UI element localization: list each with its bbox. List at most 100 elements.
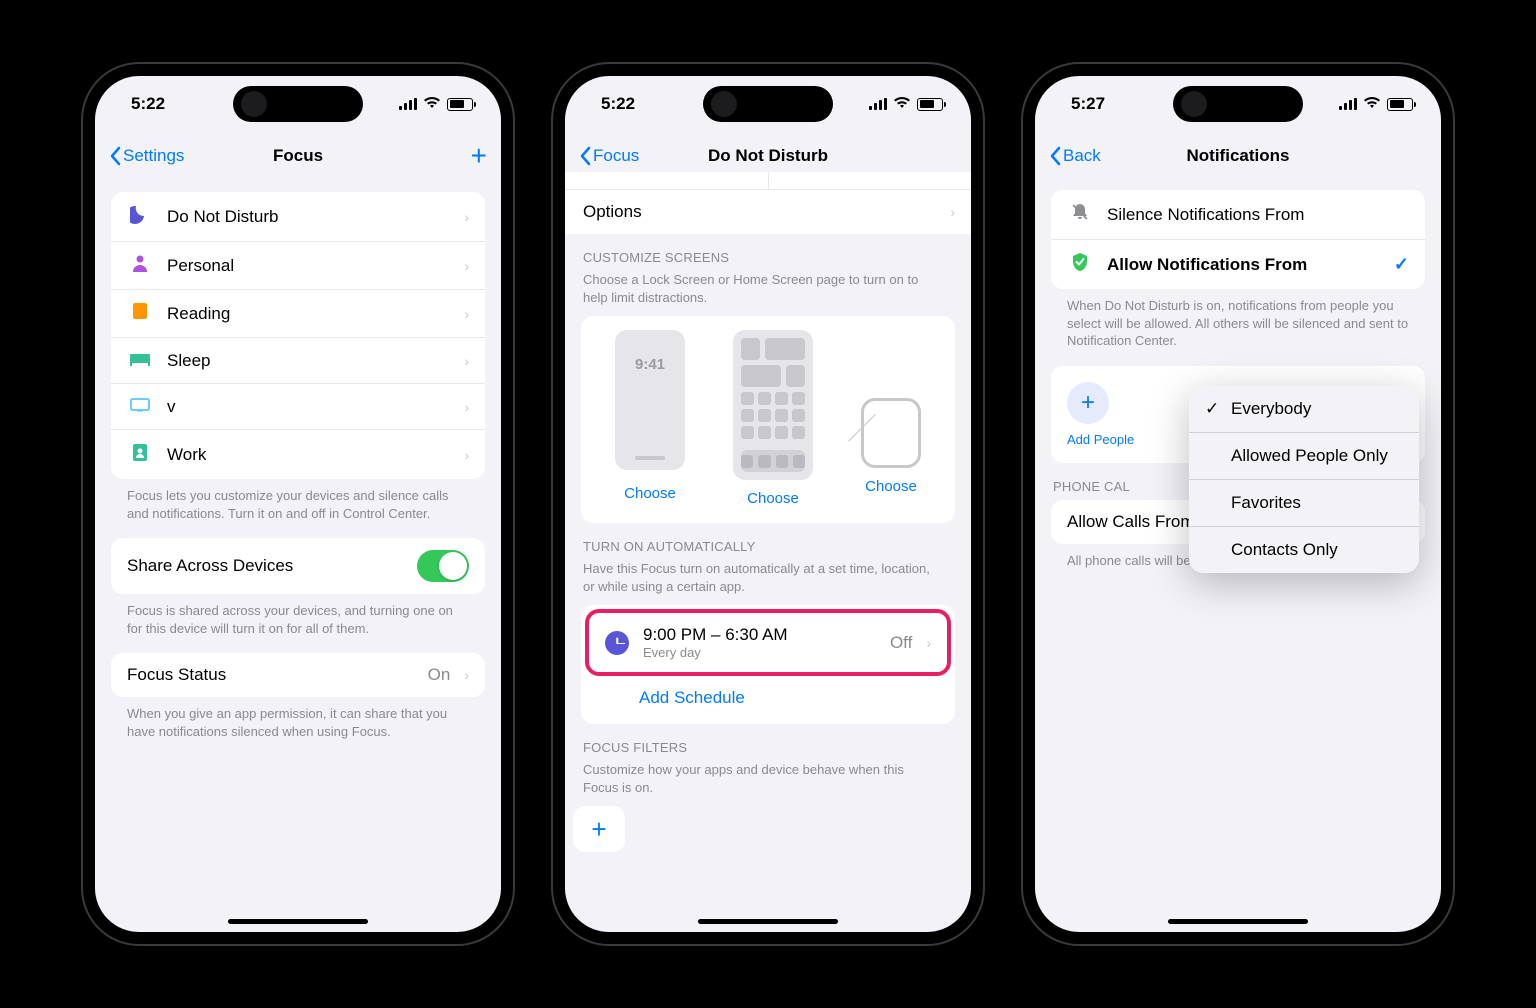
schedule-row[interactable]: 9:00 PM – 6:30 AM Every day Off › — [589, 613, 947, 672]
row-label: Reading — [167, 304, 450, 324]
popup-item-everybody[interactable]: ✓ Everybody — [1189, 386, 1419, 433]
wifi-icon — [423, 95, 441, 114]
clock-icon — [605, 631, 629, 655]
moon-icon — [127, 204, 153, 229]
filters-sub: Customize how your apps and device behav… — [581, 761, 955, 806]
focus-row-work[interactable]: Work › — [111, 430, 485, 479]
row-label: v — [167, 397, 450, 417]
row-label: Focus Status — [127, 665, 414, 685]
row-label: Do Not Disturb — [167, 207, 450, 227]
share-toggle[interactable] — [417, 550, 469, 582]
schedule-time: 9:00 PM – 6:30 AM — [643, 625, 876, 645]
plus-icon: + — [584, 814, 614, 844]
dynamic-island — [233, 86, 363, 122]
back-button[interactable]: Back — [1049, 146, 1101, 166]
status-time: 5:27 — [1071, 94, 1105, 114]
badge-icon — [127, 442, 153, 467]
back-button[interactable]: Focus — [579, 146, 639, 166]
back-button[interactable]: Settings — [109, 146, 184, 166]
row-label: Silence Notifications From — [1107, 205, 1409, 225]
wifi-icon — [893, 95, 911, 114]
battery-icon — [447, 98, 473, 111]
popup-item-favorites[interactable]: Favorites — [1189, 480, 1419, 527]
schedule-state: Off — [890, 633, 912, 653]
phone-notifications: 5:27 Back Notifications Silence Notifica… — [1023, 64, 1453, 944]
chevron-right-icon: › — [464, 399, 469, 415]
allow-desc: When Do Not Disturb is on, notifications… — [1051, 289, 1425, 366]
choose-watch-face[interactable]: Choose — [861, 330, 921, 507]
phone-dnd-detail: 5:22 Focus Do Not Disturb Options › CUST… — [553, 64, 983, 944]
add-filter-button[interactable]: + — [573, 806, 625, 852]
chevron-right-icon: › — [464, 258, 469, 274]
home-indicator[interactable] — [1168, 919, 1308, 924]
focus-row-personal[interactable]: Personal › — [111, 242, 485, 290]
highlighted-schedule: 9:00 PM – 6:30 AM Every day Off › — [585, 609, 951, 676]
chevron-right-icon: › — [464, 306, 469, 322]
popup-item-label: Everybody — [1231, 399, 1311, 419]
focus-row-v[interactable]: v › — [111, 384, 485, 430]
popup-item-allowed-only[interactable]: Allowed People Only — [1189, 433, 1419, 480]
focus-note: Focus lets you customize your devices an… — [111, 479, 485, 538]
auto-header: TURN ON AUTOMATICALLY — [581, 523, 955, 560]
choose-label: Choose — [733, 490, 813, 507]
wifi-icon — [1363, 95, 1381, 114]
silence-from-row[interactable]: Silence Notifications From — [1051, 190, 1425, 240]
customize-sub: Choose a Lock Screen or Home Screen page… — [581, 271, 955, 316]
focus-row-dnd[interactable]: Do Not Disturb › — [111, 192, 485, 242]
back-label: Settings — [123, 146, 184, 166]
chevron-right-icon: › — [926, 635, 931, 651]
lock-screen-preview: 9:41 — [615, 330, 685, 470]
person-icon — [127, 254, 153, 277]
schedule-sub: Every day — [643, 645, 876, 660]
home-indicator[interactable] — [698, 919, 838, 924]
phone-focus-list: 5:22 Settings Focus + Do Not Disturb › — [83, 64, 513, 944]
choose-lock-screen[interactable]: 9:41 Choose — [615, 330, 685, 507]
chevron-left-icon — [579, 146, 591, 166]
plus-circle-icon: + — [1067, 382, 1109, 424]
popup-item-contacts-only[interactable]: Contacts Only — [1189, 527, 1419, 573]
focus-row-sleep[interactable]: Sleep › — [111, 338, 485, 384]
row-label: Sleep — [167, 351, 450, 371]
row-label: Share Across Devices — [127, 556, 403, 576]
share-across-devices-row: Share Across Devices — [111, 538, 485, 594]
status-time: 5:22 — [131, 94, 165, 114]
chevron-right-icon: › — [464, 353, 469, 369]
popup-item-label: Contacts Only — [1231, 540, 1338, 560]
share-note: Focus is shared across your devices, and… — [111, 594, 485, 653]
customize-header: CUSTOMIZE SCREENS — [581, 234, 955, 271]
bell-slash-icon — [1067, 202, 1093, 227]
home-indicator[interactable] — [228, 919, 368, 924]
choose-home-screen[interactable]: Choose — [733, 330, 813, 507]
chevron-right-icon: › — [464, 447, 469, 463]
chevron-right-icon: › — [950, 204, 955, 220]
popup-item-label: Favorites — [1231, 493, 1301, 513]
nav-bar: Settings Focus + — [95, 132, 501, 180]
row-label: Work — [167, 445, 450, 465]
battery-icon — [917, 98, 943, 111]
chevron-left-icon — [1049, 146, 1061, 166]
add-schedule-button[interactable]: Add Schedule — [585, 676, 951, 720]
options-row[interactable]: Options › — [565, 190, 971, 234]
status-time: 5:22 — [601, 94, 635, 114]
battery-icon — [1387, 98, 1413, 111]
bed-icon — [127, 350, 153, 371]
book-icon — [127, 302, 153, 325]
row-label: Personal — [167, 256, 450, 276]
cellular-icon — [1339, 98, 1357, 110]
popup-item-label: Allowed People Only — [1231, 446, 1388, 466]
add-focus-button[interactable]: + — [471, 140, 487, 172]
focus-status-row[interactable]: Focus Status On › — [111, 653, 485, 697]
dynamic-island — [703, 86, 833, 122]
chevron-right-icon: › — [464, 209, 469, 225]
filters-header: FOCUS FILTERS — [581, 724, 955, 761]
lock-time: 9:41 — [615, 356, 685, 373]
home-screen-preview — [733, 330, 813, 480]
choose-label: Choose — [615, 485, 685, 502]
allow-calls-popup: ✓ Everybody Allowed People Only Favorite… — [1189, 386, 1419, 573]
row-label: Allow Notifications From — [1107, 255, 1380, 275]
focus-list: Do Not Disturb › Personal › Reading › — [111, 192, 485, 479]
back-label: Focus — [593, 146, 639, 166]
focus-row-reading[interactable]: Reading › — [111, 290, 485, 338]
allow-from-row[interactable]: Allow Notifications From ✓ — [1051, 240, 1425, 289]
checkmark-icon: ✓ — [1394, 254, 1409, 275]
